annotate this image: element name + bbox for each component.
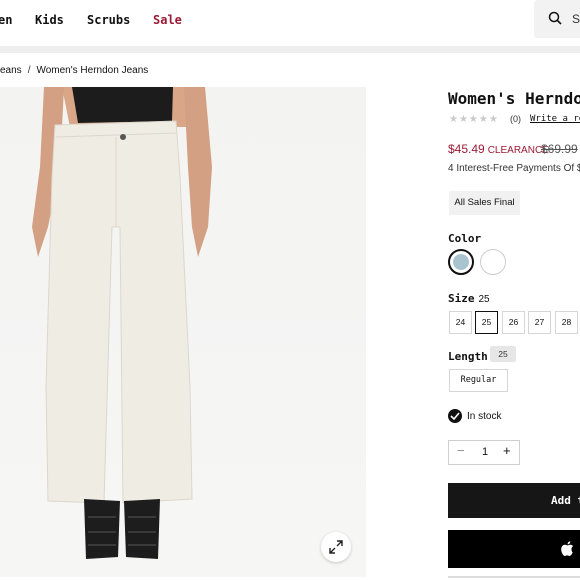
size-option-26[interactable]: 26	[502, 311, 525, 334]
size-option-24[interactable]: 24	[449, 311, 472, 334]
size-option-28[interactable]: 28	[555, 311, 578, 334]
color-label: Color	[448, 232, 482, 245]
quantity-stepper: − 1 +	[448, 440, 520, 465]
check-icon	[448, 409, 462, 423]
jeans-photo-illustration	[32, 87, 212, 559]
final-sale-badge: All Sales Final	[449, 191, 520, 215]
size-option-25[interactable]: 25	[475, 311, 498, 334]
installments-text: 4 Interest-Free Payments Of $11.3	[448, 163, 580, 174]
search-input[interactable]: S	[534, 0, 580, 38]
write-review-link[interactable]: Write a re	[530, 114, 580, 124]
header-divider	[0, 46, 580, 53]
length-option-regular[interactable]: Regular	[449, 369, 508, 392]
breadcrumb: eans / Women's Herndon Jeans	[0, 65, 148, 76]
search-placeholder: S	[572, 12, 580, 26]
stock-status: In stock	[467, 411, 502, 422]
apple-icon	[561, 541, 574, 556]
product-title: Women's Herndor	[448, 89, 580, 108]
original-price: $69.99	[541, 142, 578, 156]
size-tooltip: 25	[490, 346, 516, 362]
top-nav: en Kids Scrubs Sale S	[0, 0, 580, 46]
sale-price-value: $45.49	[448, 142, 485, 156]
add-to-cart-button[interactable]: Add t	[448, 483, 580, 518]
sale-price: $45.49 CLEARANCE	[448, 142, 549, 156]
quantity-decrement-button[interactable]: −	[457, 443, 465, 458]
apple-pay-button[interactable]	[448, 530, 580, 568]
length-label: Length	[448, 350, 488, 363]
nav-item-women[interactable]: en	[0, 13, 12, 27]
review-count: (0)	[510, 114, 521, 124]
size-option-27[interactable]: 27	[528, 311, 551, 334]
nav-item-scrubs[interactable]: Scrubs	[87, 13, 130, 27]
breadcrumb-link-jeans[interactable]: eans	[0, 65, 22, 76]
size-label-text: Size	[448, 292, 475, 305]
nav-item-kids[interactable]: Kids	[35, 13, 64, 27]
quantity-value[interactable]: 1	[482, 446, 488, 458]
search-icon	[548, 11, 562, 25]
size-selected-value: 25	[478, 294, 490, 305]
breadcrumb-current: Women's Herndon Jeans	[36, 65, 149, 76]
size-label: Size 25	[448, 292, 490, 305]
color-swatch-white[interactable]	[480, 249, 506, 275]
breadcrumb-separator: /	[27, 65, 31, 76]
clearance-tag: CLEARANCE	[487, 145, 549, 156]
zoom-button[interactable]	[321, 532, 351, 562]
rating-stars: ★★★★★	[449, 114, 499, 125]
product-image[interactable]	[0, 87, 366, 577]
add-to-cart-label: Add t	[551, 494, 580, 507]
quantity-increment-button[interactable]: +	[503, 443, 511, 458]
nav-item-sale[interactable]: Sale	[153, 13, 182, 27]
divider	[448, 576, 580, 578]
expand-icon	[329, 540, 343, 554]
color-swatch-light-blue[interactable]	[448, 249, 474, 275]
